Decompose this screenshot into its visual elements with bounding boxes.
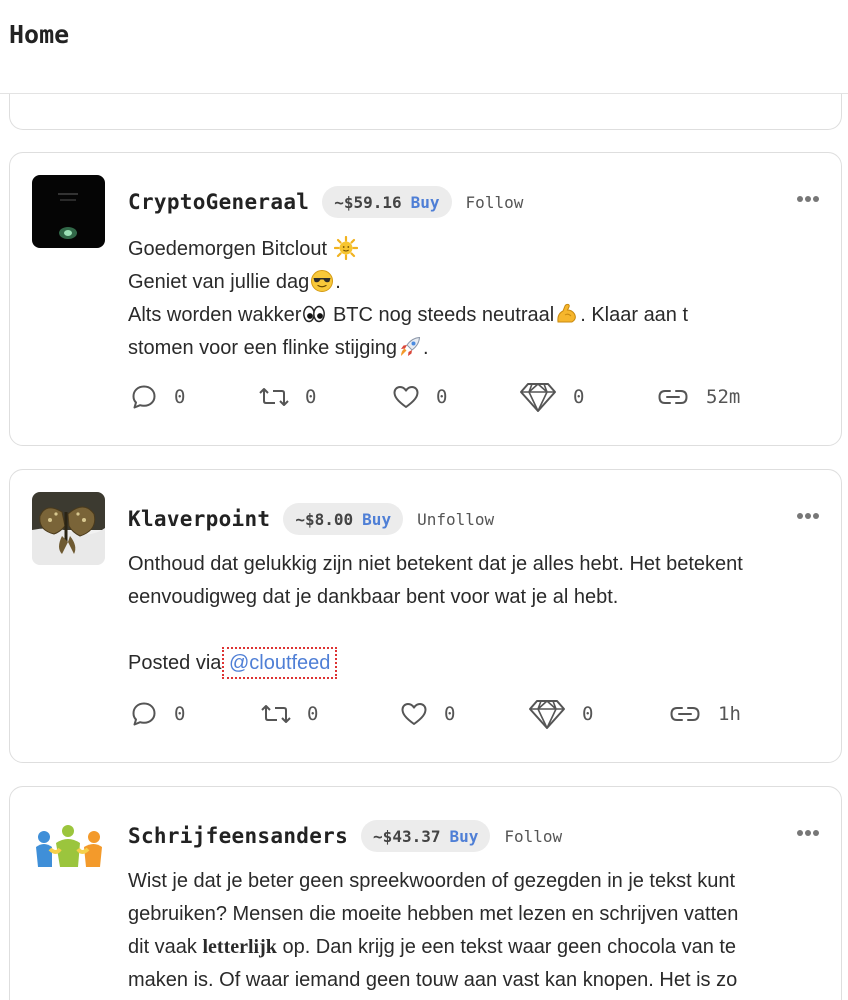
avatar[interactable] [32,492,105,565]
diamond-count: 0 [582,703,594,725]
like-count: 0 [436,386,448,408]
more-options-icon[interactable] [797,195,819,203]
diamond-icon [529,700,565,729]
avatar[interactable] [32,175,105,248]
coin-price-pill[interactable]: ~$59.16 Buy [322,186,452,218]
diamond-action[interactable]: 0 [528,697,593,731]
coin-price: ~$43.37 [373,826,441,846]
follow-button[interactable]: Follow [466,193,524,212]
post-body: Wist je dat je beter geen spreekwoorden … [128,870,739,991]
coin-price-pill[interactable]: ~$8.00 Buy [283,503,404,535]
like-count: 0 [444,703,456,725]
username[interactable]: Schrijfeensanders [128,824,348,848]
copy-link-action[interactable]: 52m [656,380,740,414]
more-options-icon[interactable] [797,829,819,837]
username[interactable]: Klaverpoint [128,507,270,531]
comment-icon [132,385,156,409]
follow-button[interactable]: Follow [504,827,562,846]
comment-action[interactable]: 0 [130,697,185,731]
buy-button[interactable]: Buy [362,510,391,529]
post-actions: 0 0 0 0 1h [128,697,801,731]
reclout-count: 0 [305,386,317,408]
avatar[interactable] [32,809,105,882]
like-action[interactable]: 0 [400,697,455,731]
reclout-icon [259,388,289,406]
more-options-icon[interactable] [797,512,819,520]
diamond-icon [520,383,556,412]
heart-icon [393,386,419,408]
coin-price: ~$59.16 [334,192,402,212]
like-action[interactable]: 0 [392,380,447,414]
coin-price-pill[interactable]: ~$43.37 Buy [361,820,491,852]
buy-button[interactable]: Buy [411,193,440,212]
post-card[interactable]: CryptoGeneraal ~$59.16 Buy Follow Goedem… [9,152,842,446]
cool-face-emoji-icon [310,269,334,293]
sun-emoji-icon [333,236,358,260]
eyes-emoji-icon [302,302,326,326]
username[interactable]: CryptoGeneraal [128,190,309,214]
comment-count: 0 [174,386,186,408]
post-body: Onthoud dat gelukkig zijn niet betekent … [128,553,743,679]
post-card[interactable]: Schrijfeensanders ~$43.37 Buy Follow Wis… [9,786,842,1000]
post-timestamp: 52m [706,386,741,408]
diamond-count: 0 [573,386,585,408]
coin-price: ~$8.00 [295,509,354,529]
top-header: Home [0,0,848,94]
heart-icon [401,703,427,725]
link-icon [670,707,700,721]
comment-count: 0 [174,703,186,725]
bold-word: letterlijk [202,936,277,958]
unfollow-button[interactable]: Unfollow [417,510,494,529]
reclout-icon [261,705,291,723]
cloutfeed-link[interactable]: @cloutfeed [221,647,338,679]
diamond-action[interactable]: 0 [519,380,584,414]
page-title: Home [9,20,70,49]
post-body: Goedemorgen Bitclout Geniet van jullie d… [128,236,689,359]
flexed-biceps-emoji-icon [555,302,579,326]
post-timestamp: 1h [718,703,741,725]
reclout-action[interactable]: 0 [259,380,316,414]
buy-button[interactable]: Buy [449,827,478,846]
post-card[interactable]: Klaverpoint ~$8.00 Buy Unfollow Onthoud … [9,469,842,763]
rocket-emoji-icon [398,335,422,359]
reclout-action[interactable]: 0 [261,697,318,731]
comment-action[interactable]: 0 [130,380,185,414]
link-icon [658,390,688,404]
comment-icon [132,702,156,726]
reclout-count: 0 [307,703,319,725]
post-actions: 0 0 0 0 52m [128,380,801,414]
copy-link-action[interactable]: 1h [668,697,741,731]
